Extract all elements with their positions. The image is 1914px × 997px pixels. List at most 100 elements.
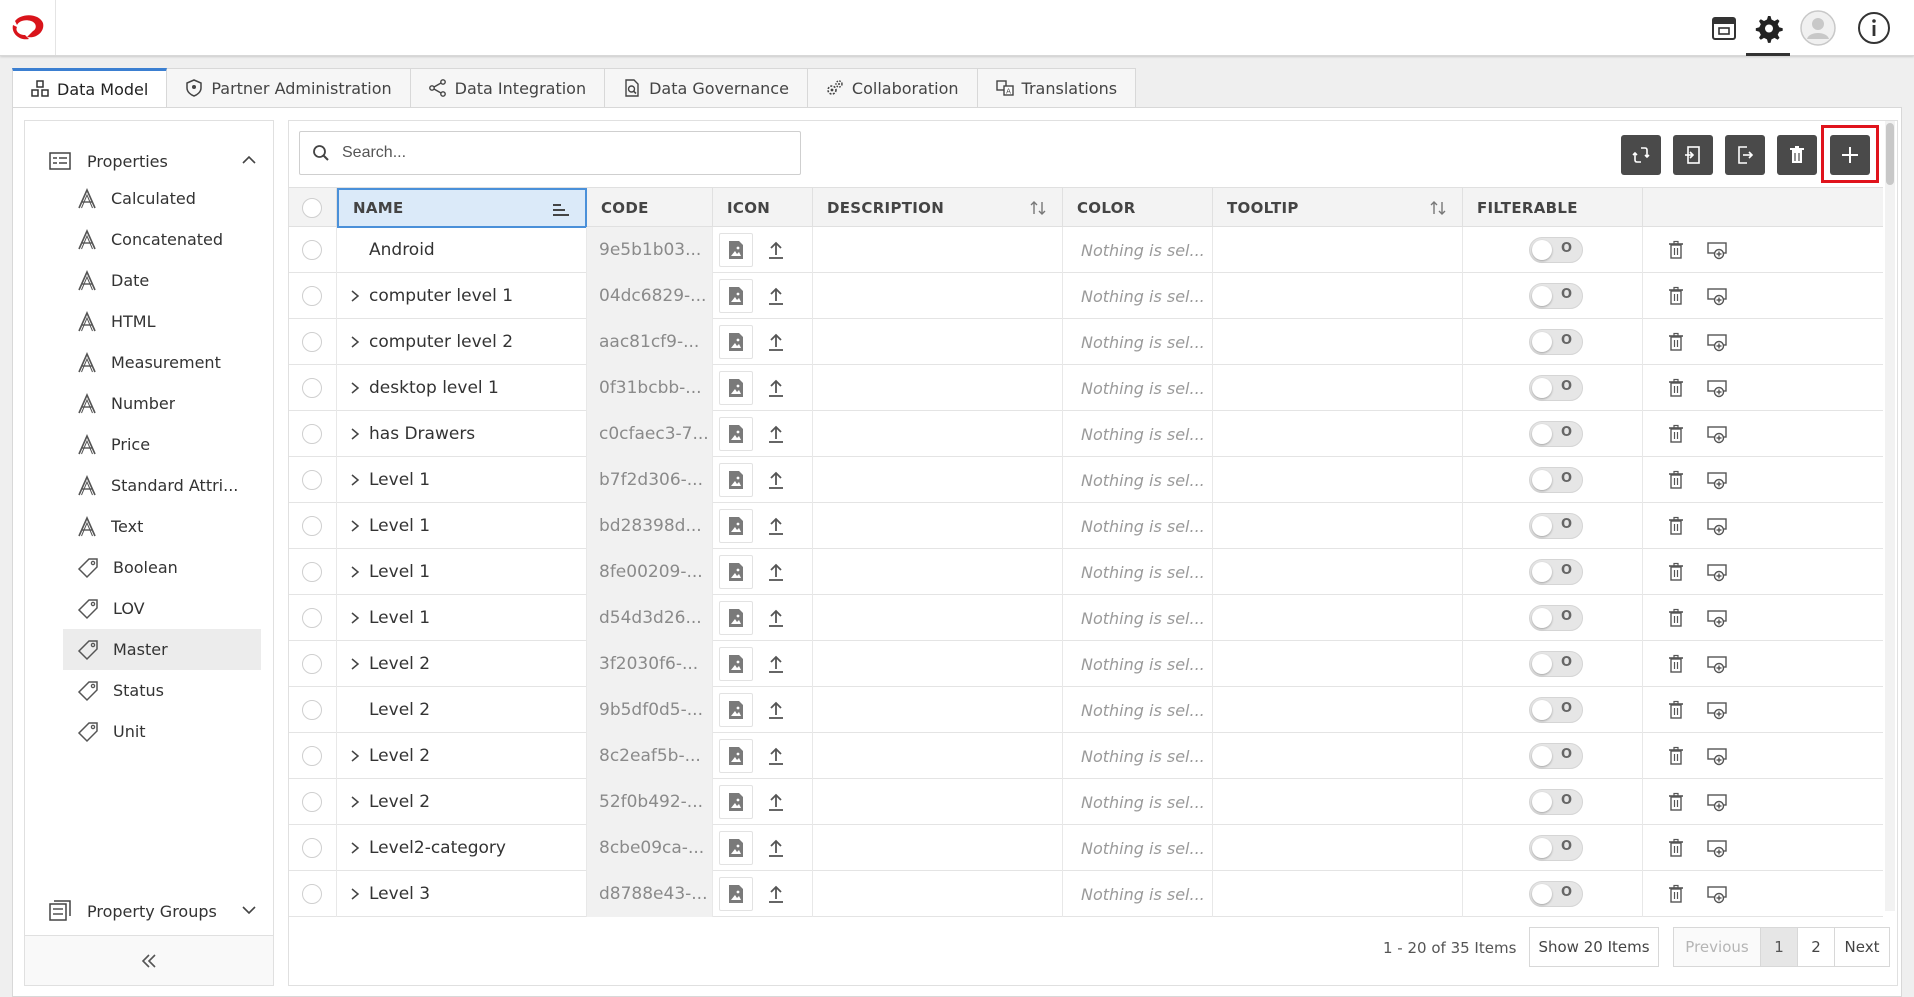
- row-add-child-button[interactable]: [1701, 647, 1735, 681]
- row-select-radio[interactable]: [302, 378, 322, 398]
- sidebar-collapse-button[interactable]: [25, 935, 273, 985]
- tooltip-cell[interactable]: [1213, 595, 1463, 641]
- table-row[interactable]: Level 2 9b5df0d5-... Nothing is sel... O: [289, 687, 1883, 733]
- row-select-radio[interactable]: [302, 838, 322, 858]
- expand-toggle[interactable]: [347, 887, 363, 901]
- chevron-right-icon[interactable]: [350, 795, 360, 809]
- table-row[interactable]: has Drawers c0cfaec3-7... Nothing is sel..…: [289, 411, 1883, 457]
- show-items-button[interactable]: Show 20 Items: [1529, 927, 1659, 967]
- chevron-right-icon[interactable]: [350, 473, 360, 487]
- calendar-icon[interactable]: [1702, 6, 1746, 50]
- expand-toggle[interactable]: [347, 749, 363, 763]
- color-select[interactable]: Nothing is sel...: [1063, 457, 1213, 503]
- delete-button[interactable]: [1777, 135, 1817, 175]
- chevron-right-icon[interactable]: [350, 335, 360, 349]
- row-delete-button[interactable]: [1659, 279, 1693, 313]
- expand-toggle[interactable]: [347, 795, 363, 809]
- image-preview-button[interactable]: [719, 877, 753, 911]
- upload-button[interactable]: [759, 601, 793, 635]
- row-add-child-button[interactable]: [1701, 739, 1735, 773]
- image-preview-button[interactable]: [719, 325, 753, 359]
- row-add-child-button[interactable]: [1701, 555, 1735, 589]
- row-select-radio[interactable]: [302, 608, 322, 628]
- row-delete-button[interactable]: [1659, 509, 1693, 543]
- row-delete-button[interactable]: [1659, 463, 1693, 497]
- color-select[interactable]: Nothing is sel...: [1063, 227, 1213, 273]
- sidebar-item-standard-attri[interactable]: Standard Attri...: [63, 465, 261, 506]
- chevron-right-icon[interactable]: [350, 427, 360, 441]
- row-delete-button[interactable]: [1659, 785, 1693, 819]
- description-cell[interactable]: [813, 779, 1063, 825]
- tooltip-cell[interactable]: [1213, 411, 1463, 457]
- image-preview-button[interactable]: [719, 555, 753, 589]
- filterable-toggle[interactable]: O: [1529, 835, 1583, 861]
- color-select[interactable]: Nothing is sel...: [1063, 549, 1213, 595]
- color-select[interactable]: Nothing is sel...: [1063, 411, 1213, 457]
- upload-button[interactable]: [759, 233, 793, 267]
- row-delete-button[interactable]: [1659, 739, 1693, 773]
- settings-gear-icon[interactable]: [1746, 6, 1790, 56]
- app-logo[interactable]: [0, 0, 56, 55]
- chevron-right-icon[interactable]: [350, 565, 360, 579]
- row-delete-button[interactable]: [1659, 233, 1693, 267]
- row-delete-button[interactable]: [1659, 555, 1693, 589]
- column-header-color[interactable]: COLOR: [1063, 188, 1213, 228]
- image-preview-button[interactable]: [719, 279, 753, 313]
- expand-toggle[interactable]: [347, 473, 363, 487]
- image-preview-button[interactable]: [719, 601, 753, 635]
- table-row[interactable]: Level2-category 8cbe09ca-... Nothing is se…: [289, 825, 1883, 871]
- expand-toggle[interactable]: [347, 611, 363, 625]
- row-delete-button[interactable]: [1659, 877, 1693, 911]
- tooltip-cell[interactable]: [1213, 549, 1463, 595]
- table-row[interactable]: Level 2 52f0b492-... Nothing is sel... O: [289, 779, 1883, 825]
- search-box[interactable]: [299, 131, 801, 175]
- table-row[interactable]: Level 1 bd28398d... Nothing is sel... O: [289, 503, 1883, 549]
- upload-button[interactable]: [759, 509, 793, 543]
- user-avatar-icon[interactable]: [1796, 6, 1840, 50]
- row-add-child-button[interactable]: [1701, 233, 1735, 267]
- tooltip-cell[interactable]: [1213, 641, 1463, 687]
- tab-data-model[interactable]: Data Model: [12, 68, 168, 108]
- column-header-description[interactable]: DESCRIPTION: [813, 188, 1063, 228]
- color-select[interactable]: Nothing is sel...: [1063, 871, 1213, 917]
- description-cell[interactable]: [813, 549, 1063, 595]
- filterable-toggle[interactable]: O: [1529, 283, 1583, 309]
- previous-page-button[interactable]: Previous: [1673, 927, 1761, 967]
- image-preview-button[interactable]: [719, 233, 753, 267]
- row-select-radio[interactable]: [302, 470, 322, 490]
- table-row[interactable]: Level 1 d54d3d26... Nothing is sel... O: [289, 595, 1883, 641]
- chevron-right-icon[interactable]: [350, 289, 360, 303]
- import-button[interactable]: [1673, 135, 1713, 175]
- color-select[interactable]: Nothing is sel...: [1063, 779, 1213, 825]
- row-select-radio[interactable]: [302, 884, 322, 904]
- sidebar-item-price[interactable]: Price: [63, 424, 261, 465]
- sidebar-item-lov[interactable]: LOV: [63, 588, 261, 629]
- row-add-child-button[interactable]: [1701, 371, 1735, 405]
- row-delete-button[interactable]: [1659, 417, 1693, 451]
- upload-button[interactable]: [759, 325, 793, 359]
- image-preview-button[interactable]: [719, 647, 753, 681]
- tab-partner-administration[interactable]: Partner Administration: [167, 68, 411, 108]
- expand-toggle[interactable]: [347, 381, 363, 395]
- row-select-radio[interactable]: [302, 746, 322, 766]
- row-delete-button[interactable]: [1659, 647, 1693, 681]
- description-cell[interactable]: [813, 871, 1063, 917]
- chevron-right-icon[interactable]: [350, 887, 360, 901]
- upload-button[interactable]: [759, 417, 793, 451]
- chevron-right-icon[interactable]: [350, 381, 360, 395]
- upload-button[interactable]: [759, 693, 793, 727]
- description-cell[interactable]: [813, 457, 1063, 503]
- filterable-toggle[interactable]: O: [1529, 605, 1583, 631]
- row-select-radio[interactable]: [302, 332, 322, 352]
- description-cell[interactable]: [813, 273, 1063, 319]
- row-add-child-button[interactable]: [1701, 785, 1735, 819]
- color-select[interactable]: Nothing is sel...: [1063, 319, 1213, 365]
- page-1-button[interactable]: 1: [1760, 927, 1798, 967]
- description-cell[interactable]: [813, 503, 1063, 549]
- row-add-child-button[interactable]: [1701, 693, 1735, 727]
- sort-both-icon[interactable]: [1028, 200, 1048, 216]
- table-row[interactable]: computer level 2 aac81cf9-... Nothing is s…: [289, 319, 1883, 365]
- description-cell[interactable]: [813, 733, 1063, 779]
- description-cell[interactable]: [813, 319, 1063, 365]
- row-add-child-button[interactable]: [1701, 601, 1735, 635]
